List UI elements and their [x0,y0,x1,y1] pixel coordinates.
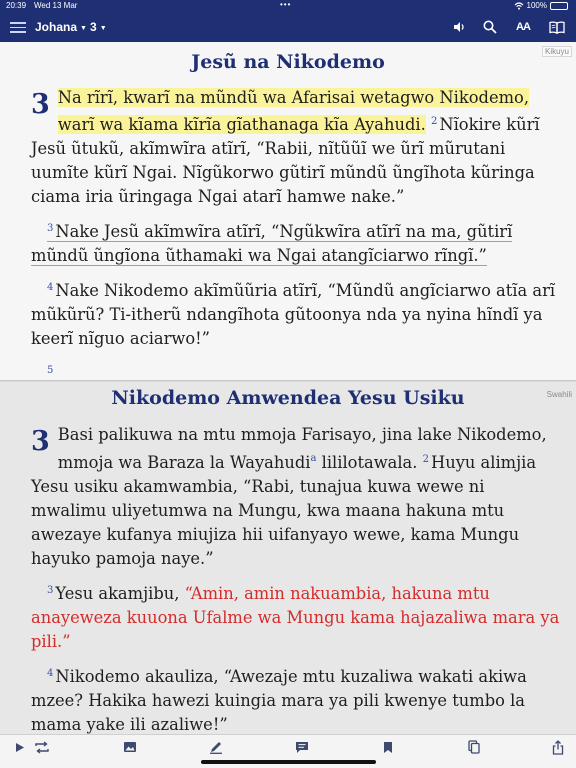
verse-number: 2 [430,116,438,127]
paragraph: 3 Basi palikuwa na mtu mmoja Farisayo, j… [31,423,561,571]
paragraph: 3 Yesu akamjibu, “Amin, amin nakuambia, h… [31,579,561,654]
chapter-number-dropcap: 3 [31,426,50,457]
verse-number: 3 [47,223,54,234]
verse-number: 2 [422,454,430,465]
section-heading: Jesũ na Nikodemo [191,51,385,73]
copy-icon[interactable] [464,739,484,755]
status-right: 100% [514,0,568,12]
paragraph-cut-off: 5 [31,359,561,382]
footnote-marker[interactable]: a [310,453,316,464]
book-name: Johana [35,20,78,34]
notes-icon[interactable] [292,739,312,755]
chevron-down-icon: ▼ [99,25,107,32]
chapter-selector[interactable]: 3 ▼ [90,20,107,34]
play-icon[interactable] [10,739,30,755]
verse-4[interactable]: Nikodemo akauliza, “Awezaje mtu kuzaliwa… [31,667,527,734]
menu-icon[interactable] [10,19,26,35]
home-indicator[interactable] [201,760,376,764]
passage-text: 3 Basi palikuwa na mtu mmoja Farisayo, j… [31,423,561,734]
chapter-number-dropcap: 3 [31,89,50,120]
verse-3-underlined[interactable]: 3 Nake Jesũ akĩmwĩra atĩrĩ, “Ngũkwĩra atĩ… [31,222,513,266]
battery-percent: 100% [526,1,547,10]
nav-bar: Johana ▼ 3 ▼ AA [0,12,576,42]
verse-number: 5 [47,365,54,376]
speaker-icon[interactable] [452,19,466,35]
pencil-icon[interactable] [206,739,226,755]
verse-4[interactable]: Nake Nikodemo akĩmũũria atĩrĩ, “Mũndũ an… [31,281,555,348]
status-time: 20:39 [6,1,27,10]
chevron-down-icon: ▼ [80,25,87,32]
share-icon[interactable] [548,739,568,755]
verse-3-intro[interactable]: Yesu akamjibu, [55,584,179,603]
chapter-number: 3 [90,20,97,34]
verse-3: Nake Jesũ akĩmwĩra atĩrĩ, “Ngũkwĩra atĩr… [31,222,513,265]
battery-icon [550,2,568,10]
status-bar: 20:39 Wed 13 Mar ••• 100% [0,0,576,12]
image-icon[interactable] [120,739,140,755]
verse-number: 4 [47,282,54,293]
verse-1-end[interactable]: lililotawala. [322,453,418,472]
paragraph: 4 Nikodemo akauliza, “Awezaje mtu kuzaliw… [31,662,561,734]
section-heading: Nikodemo Amwendea Yesu Usiku [111,387,465,409]
passage-text: 3 Na rĩrĩ, kwarĩ na mũndũ wa Afarisai we… [31,86,561,382]
paragraph: 3 Nake Jesũ akĩmwĩra atĩrĩ, “Ngũkwĩra atĩ… [31,217,561,268]
wifi-icon [514,2,523,10]
search-icon[interactable] [482,19,498,35]
status-date: Wed 13 Mar [34,1,78,10]
repeat-icon[interactable] [32,739,52,755]
primary-translation-pane[interactable]: Kikuyu Jesũ na Nikodemo 3 Na rĩrĩ, kwarĩ… [0,42,576,382]
bookmark-icon[interactable] [378,739,398,755]
verse-number: 4 [47,668,54,679]
secondary-translation-pane[interactable]: Swahili Nikodemo Amwendea Yesu Usiku 3 B… [0,382,576,734]
parallel-view-icon[interactable] [548,19,566,35]
book-selector[interactable]: Johana ▼ [35,20,87,34]
multitasking-dots[interactable]: ••• [280,0,291,11]
text-size-icon[interactable]: AA [514,19,532,35]
paragraph: 4 Nake Nikodemo akĩmũũria atĩrĩ, “Mũndũ a… [31,276,561,351]
paragraph: 3 Na rĩrĩ, kwarĩ na mũndũ wa Afarisai we… [31,86,561,209]
verse-number: 3 [47,585,54,596]
